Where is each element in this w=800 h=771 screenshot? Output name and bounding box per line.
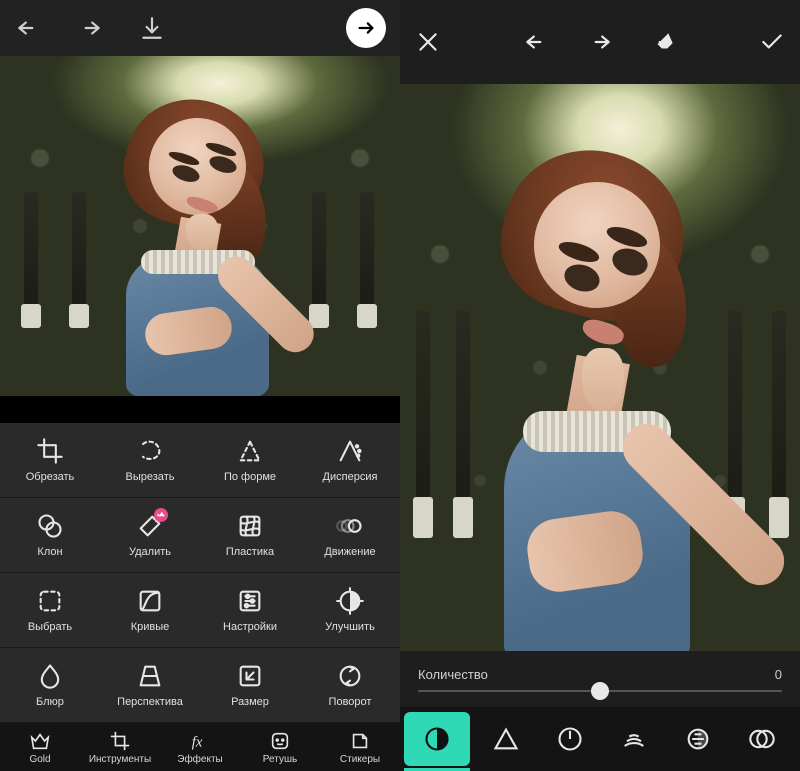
tool-grid: Обрезать Вырезать По форме Дисперсия Клон Уда…: [0, 423, 400, 723]
warp-icon: [236, 512, 264, 540]
tool-plastic[interactable]: Пластика: [200, 498, 300, 572]
bottom-retouch[interactable]: Ретушь: [240, 723, 320, 771]
sliders-icon: [236, 587, 264, 615]
redo-icon[interactable]: [586, 28, 614, 56]
resize-icon: [236, 662, 264, 690]
perspective-icon: [136, 662, 164, 690]
tool-cutout[interactable]: Вырезать: [100, 423, 200, 497]
premium-badge-icon: [154, 508, 168, 522]
next-button[interactable]: [346, 8, 386, 48]
bottom-label: Эффекты: [177, 754, 222, 765]
arcs-icon: [620, 725, 648, 753]
slider-track[interactable]: [418, 690, 782, 692]
tool-motion[interactable]: Движение: [300, 498, 400, 572]
effects-bar: [400, 707, 800, 771]
tool-label: Вырезать: [126, 471, 175, 483]
bottom-label: Инструменты: [89, 754, 151, 765]
right-topbar: [400, 0, 800, 84]
tool-label: Поворот: [329, 696, 372, 708]
dial-icon: [556, 725, 584, 753]
tool-label: Настройки: [223, 621, 277, 633]
rotate-icon: [336, 662, 364, 690]
tool-clone[interactable]: Клон: [0, 498, 100, 572]
sticker-icon: [349, 730, 371, 752]
redo-icon[interactable]: [76, 14, 104, 42]
tool-perspective[interactable]: Перспектива: [100, 648, 200, 722]
clone-icon: [36, 512, 64, 540]
slider-thumb[interactable]: [591, 682, 609, 700]
bottom-label: Gold: [29, 754, 50, 765]
tool-remove[interactable]: Удалить: [100, 498, 200, 572]
tool-label: По форме: [224, 471, 276, 483]
fx-arcs[interactable]: [602, 707, 666, 771]
bottom-gold[interactable]: Gold: [0, 723, 80, 771]
bottom-bar: GoldИнструментыfxЭффектыРетушьСтикерыВыр…: [0, 723, 400, 771]
fx-contrast[interactable]: [404, 712, 470, 766]
tool-rotate[interactable]: Поворот: [300, 648, 400, 722]
eraser-icon[interactable]: [650, 28, 678, 56]
tool-label: Обрезать: [26, 471, 75, 483]
bottom-tools[interactable]: Инструменты: [80, 723, 160, 771]
tool-crop[interactable]: Обрезать: [0, 423, 100, 497]
crop-icon: [36, 437, 64, 465]
curves-icon: [136, 587, 164, 615]
tool-label: Выбрать: [28, 621, 72, 633]
fx-dual[interactable]: [730, 707, 794, 771]
half-circle-icon: [423, 725, 451, 753]
tool-label: Удалить: [129, 546, 171, 558]
tool-settings[interactable]: Настройки: [200, 573, 300, 647]
left-topbar: [0, 0, 400, 56]
slider-label: Количество: [418, 667, 488, 682]
bottom-fx[interactable]: fx Эффекты: [160, 723, 240, 771]
tool-shape[interactable]: По форме: [200, 423, 300, 497]
scatter-icon: [336, 437, 364, 465]
tool-curves[interactable]: Кривые: [100, 573, 200, 647]
canvas-preview[interactable]: [400, 84, 800, 651]
prism-icon: [492, 725, 520, 753]
face-icon: [269, 730, 291, 752]
tool-label: Пластика: [226, 546, 274, 558]
fx-lines[interactable]: [666, 707, 730, 771]
tool-label: Дисперсия: [323, 471, 378, 483]
undo-icon[interactable]: [14, 14, 42, 42]
bottom-label: Ретушь: [263, 754, 297, 765]
tool-label: Движение: [324, 546, 375, 558]
tool-label: Клон: [37, 546, 62, 558]
drop-icon: [36, 662, 64, 690]
tool-label: Улучшить: [325, 621, 375, 633]
crown-icon: [29, 730, 51, 752]
download-icon[interactable]: [138, 14, 166, 42]
tool-enhance[interactable]: Улучшить: [300, 573, 400, 647]
canvas-preview[interactable]: [0, 56, 400, 396]
tool-label: Перспектива: [117, 696, 183, 708]
slider-value: 0: [775, 667, 782, 682]
tool-resize[interactable]: Размер: [200, 648, 300, 722]
close-icon[interactable]: [414, 28, 442, 56]
lasso-icon: [136, 437, 164, 465]
halfmoon-icon: [336, 587, 364, 615]
dual-icon: [748, 725, 776, 753]
tool-label: Кривые: [131, 621, 170, 633]
crop-icon: [109, 730, 131, 752]
tool-dispersion[interactable]: Дисперсия: [300, 423, 400, 497]
right-panel: Количество 0: [400, 0, 800, 771]
bottom-sticker[interactable]: Стикеры: [320, 723, 400, 771]
select-icon: [36, 587, 64, 615]
fx-prism[interactable]: [474, 707, 538, 771]
tool-blur[interactable]: Блюр: [0, 648, 100, 722]
tool-label: Блюр: [36, 696, 64, 708]
undo-icon[interactable]: [522, 28, 550, 56]
fx-icon: fx: [189, 730, 211, 752]
fx-clock[interactable]: [538, 707, 602, 771]
triangle-icon: [236, 437, 264, 465]
tool-label: Размер: [231, 696, 269, 708]
svg-text:fx: fx: [192, 734, 203, 750]
bottom-label: Стикеры: [340, 754, 380, 765]
amount-slider: Количество 0: [400, 651, 800, 707]
eclipse-icon: [684, 725, 712, 753]
motion-icon: [336, 512, 364, 540]
left-panel: Обрезать Вырезать По форме Дисперсия Клон Уда…: [0, 0, 400, 771]
apply-icon[interactable]: [758, 28, 786, 56]
tool-select[interactable]: Выбрать: [0, 573, 100, 647]
